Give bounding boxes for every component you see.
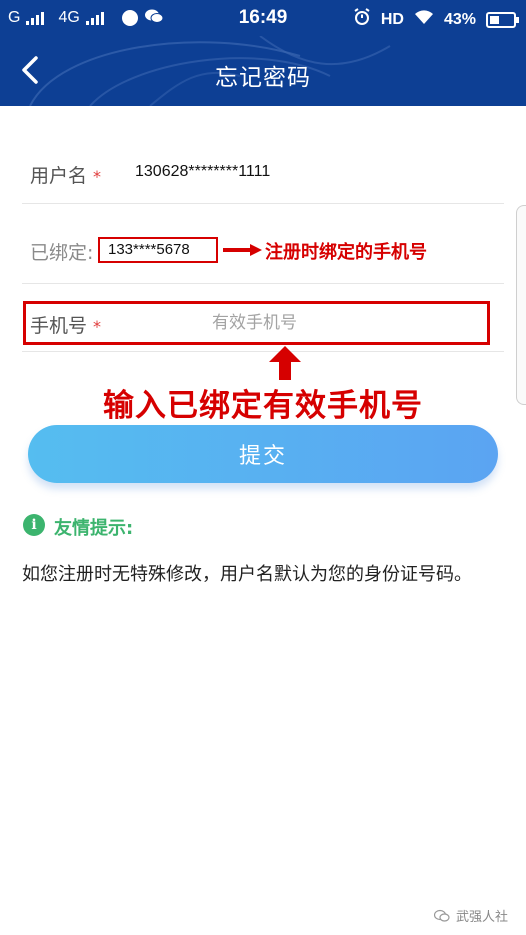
- required-mark: *: [93, 317, 102, 336]
- header-bar: 忘记密码: [0, 36, 526, 106]
- username-value: 130628********1111: [135, 163, 271, 180]
- divider: [22, 203, 504, 204]
- username-label-row: 用户名 *: [30, 161, 101, 188]
- status-right: HD 43%: [353, 8, 519, 31]
- info-icon: i: [23, 514, 45, 536]
- phone-label: 手机号: [30, 315, 88, 337]
- tip-title: 友情提示:: [54, 518, 134, 539]
- battery-percent: 43%: [443, 10, 476, 28]
- submit-button[interactable]: 提交: [28, 425, 498, 483]
- divider: [22, 351, 504, 352]
- phone-input[interactable]: [160, 306, 470, 340]
- wechat-icon: [433, 909, 450, 922]
- arrow-right-icon: [223, 244, 262, 256]
- page-title: 忘记密码: [215, 65, 311, 91]
- required-mark: *: [93, 167, 102, 186]
- watermark-text: 武强人社: [455, 910, 508, 925]
- side-drawer-handle[interactable]: [516, 205, 526, 405]
- bound-phone-value: 133****5678: [108, 241, 190, 258]
- username-label: 用户名: [30, 165, 88, 187]
- watermark: 武强人社: [433, 906, 508, 925]
- wifi-icon: [414, 9, 434, 30]
- arrow-up-icon: [269, 346, 301, 380]
- bound-annotation: 注册时绑定的手机号: [265, 242, 427, 263]
- alarm-icon: [353, 8, 371, 31]
- phone-label-row: 手机号 *: [30, 311, 101, 338]
- status-bar: G 4G 16:49 HD 43%: [0, 0, 526, 36]
- divider: [22, 283, 504, 284]
- battery-icon: [486, 11, 519, 28]
- tip-text: 如您注册时无特殊修改，用户名默认为您的身份证号码。: [22, 564, 472, 585]
- hd-label: HD: [380, 10, 404, 28]
- bound-label: 已绑定:: [30, 242, 94, 264]
- phone-annotation: 输入已绑定有效手机号: [103, 388, 423, 424]
